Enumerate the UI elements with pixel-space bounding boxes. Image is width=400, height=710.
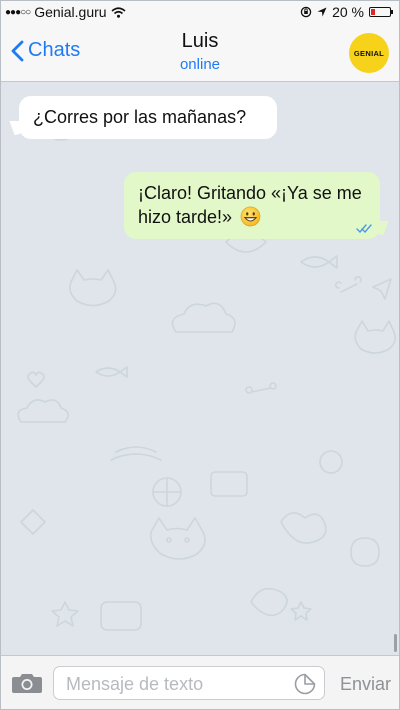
scroll-indicator[interactable] — [394, 634, 397, 652]
double-check-icon — [356, 224, 372, 233]
signal-dots-icon: ●●●○○ — [5, 6, 31, 18]
grinning-face-emoji-icon — [240, 206, 261, 227]
message-composer: Enviar — [1, 655, 399, 709]
contact-name[interactable]: Luis — [1, 30, 399, 53]
doodle-wallpaper — [17, 103, 396, 631]
incoming-message-text: ¿Corres por las mañanas? — [33, 107, 247, 127]
outgoing-message-bubble[interactable]: ¡Claro! Gritando «¡Ya se me hizo tarde!» — [124, 172, 380, 239]
chat-header: Chats Luis online GENIAL — [1, 23, 399, 82]
location-arrow-icon — [317, 7, 327, 17]
battery-icon — [369, 7, 393, 17]
message-input[interactable] — [64, 671, 288, 697]
genial-logo: GENIAL — [349, 33, 389, 73]
battery-percentage: 20 % — [332, 4, 364, 20]
incoming-message-bubble[interactable]: ¿Corres por las mañanas? — [19, 96, 277, 139]
message-field[interactable] — [53, 666, 325, 700]
send-button[interactable]: Enviar — [340, 674, 391, 695]
status-bar: ●●●○○ Genial.guru 20 % — [1, 1, 399, 23]
wifi-icon — [111, 6, 126, 18]
battery-level — [371, 9, 375, 15]
phone-screen: ●●●○○ Genial.guru 20 % Chats Luis online… — [0, 0, 400, 710]
lock-rotation-icon — [300, 6, 312, 18]
camera-icon[interactable] — [11, 672, 43, 694]
chat-area[interactable]: ¿Corres por las mañanas? ¡Claro! Gritand… — [1, 82, 399, 655]
contact-status: online — [179, 56, 221, 73]
carrier-name: Genial.guru — [34, 4, 107, 20]
sticker-icon[interactable] — [294, 673, 316, 695]
